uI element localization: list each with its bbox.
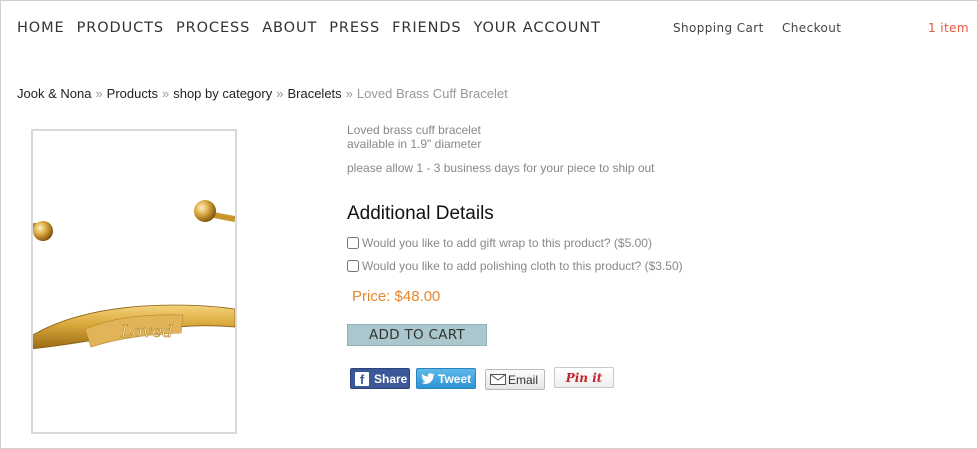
- nav-home[interactable]: HOME: [17, 20, 65, 36]
- email-share-label: Email: [508, 372, 539, 387]
- description-line-2: available in 1.9" diameter: [347, 137, 482, 151]
- description-line-1: Loved brass cuff bracelet: [347, 123, 481, 137]
- breadcrumb-separator: »: [345, 86, 353, 101]
- twitter-tweet-label: Tweet: [438, 371, 472, 386]
- breadcrumb-separator: »: [95, 86, 103, 101]
- shipping-note: please allow 1 - 3 business days for you…: [347, 161, 655, 175]
- breadcrumb-separator: »: [161, 86, 170, 101]
- breadcrumb-category[interactable]: shop by category: [173, 86, 272, 101]
- bracelet-illustration: Loved: [33, 200, 235, 350]
- page-frame: HOME PRODUCTS PROCESS ABOUT PRESS FRIEND…: [0, 0, 978, 449]
- nav-press[interactable]: PRESS: [329, 20, 380, 36]
- polishing-cloth-checkbox[interactable]: [347, 260, 359, 272]
- product-image[interactable]: Loved: [31, 129, 237, 434]
- gift-wrap-label: Would you like to add gift wrap to this …: [362, 236, 652, 250]
- gift-wrap-option[interactable]: Would you like to add gift wrap to this …: [347, 236, 652, 250]
- shopping-cart-link[interactable]: Shopping Cart: [673, 21, 764, 35]
- nav-process[interactable]: PROCESS: [176, 20, 250, 36]
- breadcrumb-current: Loved Brass Cuff Bracelet: [356, 86, 508, 101]
- nav-friends[interactable]: FRIENDS: [392, 20, 461, 36]
- product-description: Loved brass cuff bracelet available in 1…: [347, 123, 667, 185]
- envelope-icon: [490, 374, 506, 385]
- nav-products[interactable]: PRODUCTS: [77, 20, 164, 36]
- pinterest-pin-button[interactable]: Pin it: [554, 367, 614, 388]
- polishing-cloth-option[interactable]: Would you like to add polishing cloth to…: [347, 259, 683, 273]
- facebook-share-label: Share: [374, 371, 408, 386]
- nav-your-account[interactable]: YOUR ACCOUNT: [474, 20, 601, 36]
- email-share-button[interactable]: Email: [485, 369, 545, 390]
- twitter-tweet-button[interactable]: Tweet: [416, 368, 476, 389]
- nav-about[interactable]: ABOUT: [262, 20, 317, 36]
- additional-details-heading: Additional Details: [347, 203, 494, 224]
- breadcrumb-products[interactable]: Products: [107, 86, 158, 101]
- facebook-icon: f: [355, 371, 369, 386]
- main-nav: HOME PRODUCTS PROCESS ABOUT PRESS FRIEND…: [17, 20, 613, 36]
- breadcrumb-bracelets[interactable]: Bracelets: [287, 86, 341, 101]
- pinterest-pin-label: Pin it: [565, 370, 603, 385]
- facebook-share-button[interactable]: f Share: [350, 368, 410, 389]
- checkout-link[interactable]: Checkout: [782, 21, 841, 35]
- engraving-text: Loved: [120, 322, 173, 342]
- twitter-bird-icon: [421, 372, 435, 384]
- add-to-cart-button[interactable]: ADD TO CART: [347, 324, 487, 346]
- breadcrumb: Jook & Nona» Products» shop by category» Br…: [17, 86, 508, 101]
- gift-wrap-checkbox[interactable]: [347, 237, 359, 249]
- breadcrumb-separator: »: [276, 86, 284, 101]
- product-price: Price: $48.00: [352, 288, 441, 305]
- cart-count-link[interactable]: 1 item: [928, 21, 969, 35]
- breadcrumb-home[interactable]: Jook & Nona: [17, 86, 91, 101]
- polishing-cloth-label: Would you like to add polishing cloth to…: [362, 259, 683, 273]
